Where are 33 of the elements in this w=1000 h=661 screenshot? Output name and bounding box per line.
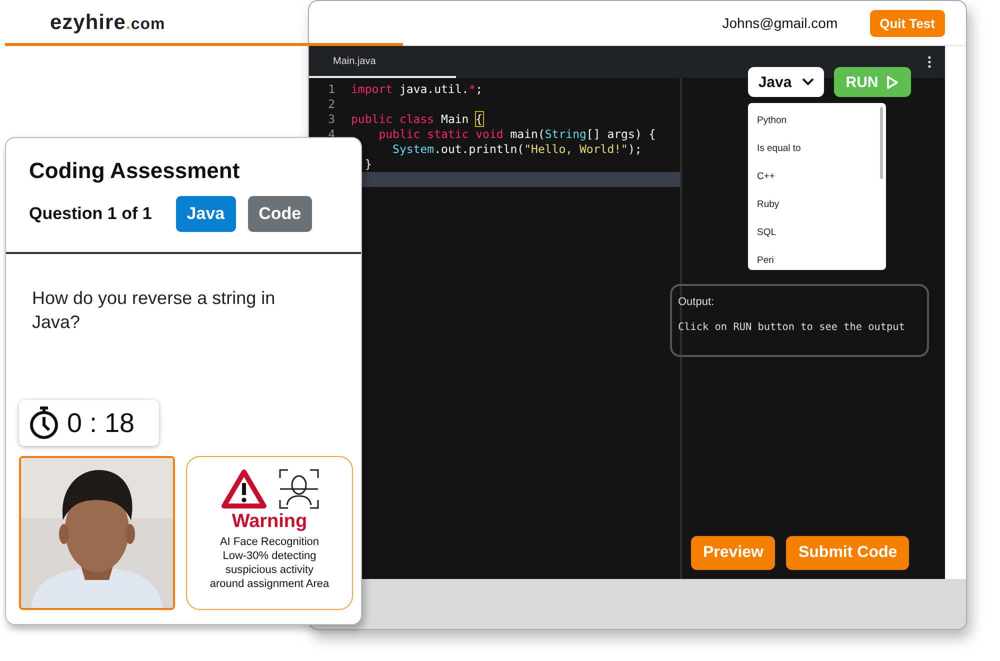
tag: Java [176, 196, 236, 232]
line-number: 2 [327, 97, 336, 112]
output-message: Click on RUN button to see the output [678, 322, 906, 333]
user-email: Johns@gmail.com [722, 15, 838, 31]
logo: ezyhire.com [50, 11, 166, 35]
language-option[interactable]: Is equal to [748, 135, 877, 163]
language-option[interactable]: C++ [748, 163, 877, 191]
play-icon [886, 74, 900, 90]
code-line: import java.util.*; [350, 82, 483, 97]
language-option[interactable]: SQL [748, 219, 877, 247]
warning-message: AI Face Recognition Low-30% detecting suspicious activity around assignment Area [210, 535, 330, 591]
warning-icon [220, 469, 266, 509]
line-number: 1 [327, 82, 336, 97]
more-icon[interactable] [928, 56, 931, 68]
line-number: 3 [327, 112, 336, 127]
warning-title: Warning [232, 511, 308, 533]
code-line: public class Main { [350, 112, 483, 127]
tag: Code [248, 196, 312, 232]
chevron-down-icon [802, 78, 814, 86]
question-counter: Question 1 of 1 [29, 204, 152, 224]
output-label: Output: [678, 296, 716, 308]
code-line: System.out.println("Hello, World!"); [392, 142, 642, 157]
language-select[interactable]: Java [748, 67, 824, 97]
code-line: } [364, 157, 372, 172]
face-scan-icon [278, 469, 318, 509]
question-text: How do you reverse a string in Java? [32, 287, 276, 334]
card-title: Coding Assessment [29, 158, 241, 184]
code-line: public static void main(String[] args) { [378, 127, 656, 142]
language-option[interactable]: Python [748, 107, 877, 135]
language-option[interactable]: Ruby [748, 191, 877, 219]
language-option[interactable]: Peri [748, 247, 877, 275]
timer-value: 0 : 18 [67, 408, 135, 438]
stopwatch-icon [29, 406, 59, 440]
